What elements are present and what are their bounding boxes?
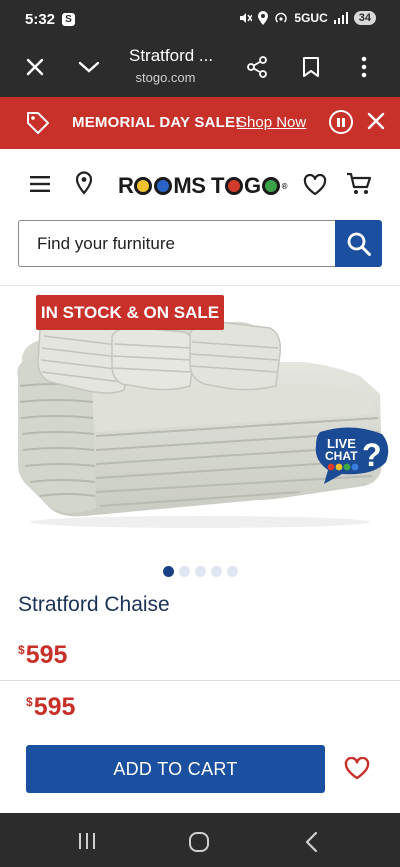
logo-text-3: G bbox=[243, 173, 261, 198]
logo-dot-yellow bbox=[134, 177, 153, 195]
status-time: 5:32 bbox=[25, 11, 56, 28]
battery-badge: 34 bbox=[353, 11, 376, 25]
more-vertical-icon bbox=[361, 56, 367, 78]
app-notification-icon: S bbox=[62, 13, 75, 26]
status-icons: 5GUC 34 bbox=[238, 11, 376, 25]
shop-now-link[interactable]: Shop Now bbox=[237, 114, 306, 131]
favorites-heart-icon[interactable] bbox=[303, 174, 327, 196]
site-header: R MS T G ® bbox=[0, 149, 400, 219]
price-value: 595 bbox=[25, 641, 68, 669]
logo-text-1: R bbox=[118, 173, 134, 198]
close-icon bbox=[26, 58, 44, 76]
location-icon bbox=[258, 11, 269, 25]
cart-icon[interactable] bbox=[346, 172, 372, 196]
promo-text: MEMORIAL DAY SALE! bbox=[72, 114, 241, 131]
chat-dot-yellow bbox=[335, 463, 343, 471]
browser-toolbar: Stratford ... stogo.com bbox=[0, 38, 400, 97]
hamburger-menu-icon[interactable] bbox=[30, 176, 50, 192]
sticky-divider bbox=[0, 680, 400, 681]
page-title: Stratford ... bbox=[129, 46, 214, 65]
question-mark-icon: ? bbox=[362, 437, 382, 473]
in-stock-badge: IN STOCK & ON SALE bbox=[36, 295, 224, 330]
carousel-dot[interactable] bbox=[227, 566, 238, 577]
chat-dot-blue bbox=[351, 463, 359, 471]
minimize-button[interactable] bbox=[72, 50, 106, 84]
close-tab-button[interactable] bbox=[18, 50, 52, 84]
carousel-dot[interactable] bbox=[195, 566, 206, 577]
signal-icon bbox=[333, 12, 348, 24]
add-to-favorites-icon[interactable] bbox=[344, 757, 370, 781]
store-location-icon[interactable] bbox=[75, 171, 93, 195]
sticky-price: $595 bbox=[26, 693, 75, 722]
logo-dot-green bbox=[261, 177, 280, 195]
logo-dot-red bbox=[224, 177, 243, 195]
recent-apps-icon[interactable] bbox=[78, 832, 96, 850]
home-icon[interactable] bbox=[188, 831, 210, 853]
product-title: Stratford Chaise bbox=[18, 593, 170, 616]
live-chat-line2: CHAT bbox=[325, 449, 358, 463]
mute-icon bbox=[240, 13, 253, 23]
sticky-price-currency: $ bbox=[26, 695, 33, 709]
share-icon bbox=[247, 56, 267, 78]
add-to-cart-button[interactable]: ADD TO CART bbox=[26, 745, 325, 793]
chat-dot-green bbox=[343, 463, 351, 471]
search-icon bbox=[347, 232, 371, 256]
more-options-button[interactable] bbox=[347, 50, 381, 84]
product-price: $595 bbox=[18, 641, 67, 670]
status-bar: 5:32 S 5GUC 34 bbox=[0, 0, 400, 38]
back-icon[interactable] bbox=[304, 831, 318, 853]
registered-mark: ® bbox=[281, 181, 288, 191]
system-nav-bar bbox=[0, 813, 400, 867]
page-url: stogo.com bbox=[129, 70, 196, 85]
tag-icon bbox=[27, 112, 49, 134]
search-input[interactable] bbox=[18, 220, 336, 267]
carousel-dot[interactable] bbox=[211, 566, 222, 577]
carousel-dot[interactable] bbox=[163, 566, 174, 577]
chat-dot-red bbox=[327, 463, 335, 471]
search-button[interactable] bbox=[335, 220, 382, 267]
price-currency: $ bbox=[18, 643, 25, 657]
network-label: 5GUC bbox=[294, 11, 328, 25]
search-bar bbox=[18, 220, 382, 267]
chevron-down-icon bbox=[78, 61, 100, 73]
bookmark-button[interactable] bbox=[294, 50, 328, 84]
hotspot-icon bbox=[275, 12, 288, 23]
logo-dot-blue bbox=[154, 177, 173, 195]
pause-promo-button[interactable] bbox=[329, 110, 353, 134]
bookmark-icon bbox=[303, 57, 319, 77]
logo-text-2: MS T bbox=[173, 173, 224, 198]
sticky-price-value: 595 bbox=[33, 693, 76, 721]
close-promo-icon[interactable] bbox=[366, 111, 386, 131]
promo-banner: MEMORIAL DAY SALE! Shop Now bbox=[0, 97, 400, 149]
rooms-to-go-logo[interactable]: R MS T G ® bbox=[118, 173, 288, 199]
carousel-dot[interactable] bbox=[179, 566, 190, 577]
share-button[interactable] bbox=[240, 50, 274, 84]
carousel-dots bbox=[163, 566, 238, 577]
live-chat-button[interactable]: LIVE CHAT ? bbox=[312, 426, 390, 486]
